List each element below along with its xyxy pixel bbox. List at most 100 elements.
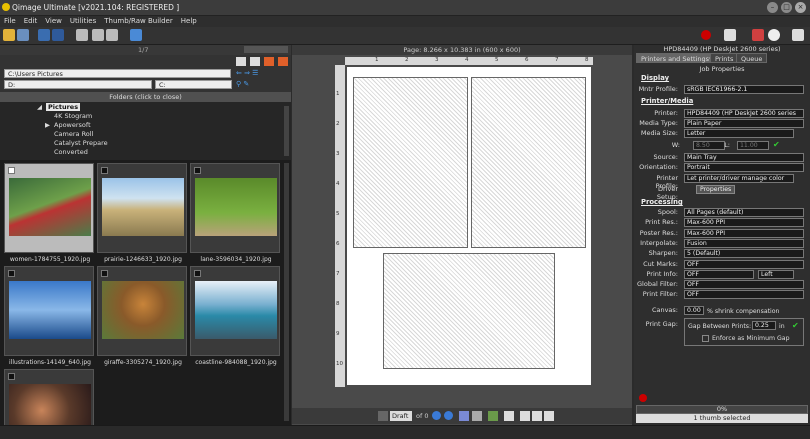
thumb-scrollbar[interactable] [284, 163, 289, 421]
printer-icon[interactable] [724, 29, 736, 41]
media-size-select[interactable]: Letter [684, 129, 794, 138]
folder-scrollbar[interactable] [284, 106, 289, 156]
thumb-checkbox[interactable] [101, 167, 108, 174]
check-icon[interactable]: ✔ [773, 140, 780, 149]
save-icon[interactable] [17, 29, 29, 41]
orientation-select[interactable]: Portrait [684, 163, 804, 172]
thumb-checkbox[interactable] [194, 167, 201, 174]
print-slot[interactable] [471, 77, 586, 248]
drive-field[interactable]: D: [4, 80, 152, 89]
tab-printers-settings[interactable]: Printers and Settings* [636, 53, 718, 63]
quality-select[interactable]: Draft [390, 411, 412, 421]
thumbnail[interactable]: prairie-1246633_1920.jpg [97, 163, 187, 263]
printer-profile-select[interactable]: Let printer/driver manage color [684, 174, 794, 183]
page-preview[interactable] [347, 67, 591, 385]
thumbnail[interactable]: giraffe-3305274_1920.jpg [97, 266, 187, 366]
collapse-icon[interactable]: ▶ [45, 121, 50, 129]
scan-icon[interactable] [52, 29, 64, 41]
thumb-checkbox[interactable] [8, 167, 15, 174]
thumbnail[interactable]: women-1784755_1920.jpg [4, 163, 94, 263]
processing-select[interactable]: Max-600 PPI [684, 228, 804, 238]
clock-icon[interactable] [768, 29, 780, 41]
print-slot[interactable] [383, 253, 555, 369]
folder-camera-roll[interactable]: Camera Roll [54, 130, 93, 138]
expand-icon[interactable]: ◢ [37, 103, 42, 111]
view-size-slider[interactable] [244, 46, 288, 53]
processing-select[interactable]: Max-600 PPI [684, 218, 804, 228]
tab-queue[interactable]: Queue [736, 53, 768, 63]
processing-select[interactable]: OFF [684, 269, 754, 279]
duplicate-icon[interactable] [504, 411, 514, 421]
check-icon[interactable]: ✔ [792, 321, 799, 330]
processing-select[interactable]: Fusion [684, 238, 804, 248]
enforce-checkbox[interactable] [702, 335, 709, 342]
binoculars-icon[interactable]: ⚲ ✎ [236, 80, 249, 88]
mntr-profile-select[interactable]: sRGB IEC61966-2.1 [684, 85, 804, 94]
processing-select[interactable]: OFF [684, 259, 804, 269]
drive-field-2[interactable]: C: [155, 80, 232, 89]
record-icon[interactable] [701, 30, 711, 40]
menu-edit[interactable]: Edit [20, 16, 42, 26]
menu-file[interactable]: File [0, 16, 20, 26]
length-field[interactable]: 11.00 [737, 141, 769, 150]
printer-select[interactable]: HPD84409 (HP DeskJet 2600 series [684, 109, 804, 118]
processing-select[interactable]: OFF [684, 290, 804, 300]
thumb-checkbox[interactable] [8, 373, 15, 380]
menu-utilities[interactable]: Utilities [66, 16, 100, 26]
fit-icon[interactable] [488, 411, 498, 421]
thumbnail[interactable]: lane-3596034_1920.jpg [190, 163, 280, 263]
zoom-icon[interactable] [378, 411, 388, 421]
filter-icon[interactable] [236, 57, 246, 66]
thumb-checkbox[interactable] [101, 270, 108, 277]
copy-icon[interactable] [520, 411, 530, 421]
gap-field[interactable]: 0.25 [752, 321, 776, 330]
rotate-right-icon[interactable] [92, 29, 104, 41]
folder-4k-stogram[interactable]: 4K Stogram [54, 112, 92, 120]
source-select[interactable]: Main Tray [684, 153, 804, 162]
prev-page-icon[interactable] [432, 411, 441, 420]
thumbnail[interactable]: illustrations-14149_640.jpg [4, 266, 94, 366]
page-icon[interactable] [532, 411, 542, 421]
layout-icon[interactable] [459, 411, 469, 421]
path-field[interactable]: C:\Users Pictures [4, 69, 231, 78]
print-info-position[interactable]: Left [758, 269, 794, 279]
media-type-select[interactable]: Plain Paper [684, 119, 804, 128]
sort-icon[interactable] [250, 57, 260, 66]
crop-icon[interactable] [472, 411, 482, 421]
remove-icon[interactable] [278, 57, 288, 66]
next-page-icon[interactable] [444, 411, 453, 420]
thumb-checkbox[interactable] [8, 270, 15, 277]
add-icon[interactable] [264, 57, 274, 66]
menu-view[interactable]: View [41, 16, 66, 26]
record-icon[interactable] [639, 394, 647, 402]
maximize-button[interactable]: □ [781, 2, 792, 13]
refresh-icon[interactable] [38, 29, 50, 41]
properties-button[interactable]: Properties [696, 185, 736, 194]
menu-help[interactable]: Help [177, 16, 201, 26]
tab-prints[interactable]: Prints [710, 53, 739, 63]
folder-converted[interactable]: Converted [54, 148, 88, 156]
menu-thumb-raw-builder[interactable]: Thumb/Raw Builder [100, 16, 176, 26]
processing-select[interactable]: 5 (Default) [684, 249, 804, 259]
minimize-button[interactable]: – [767, 2, 778, 13]
clear-icon[interactable] [544, 411, 554, 421]
folder-pictures[interactable]: Pictures [46, 103, 81, 111]
print-slot[interactable] [353, 77, 468, 248]
folder-apowersoft[interactable]: Apowersoft [54, 121, 91, 129]
canvas-field[interactable]: 0.00 [684, 306, 704, 315]
print-now-icon[interactable] [792, 29, 804, 41]
nav-arrows-icon[interactable]: ⇐ ⇒ ☰ [236, 69, 258, 77]
close-button[interactable]: × [795, 2, 806, 13]
folder-catalyst-prepare[interactable]: Catalyst Prepare [54, 139, 108, 147]
open-folder-icon[interactable] [3, 29, 15, 41]
thumbnail[interactable] [4, 369, 94, 429]
processing-select[interactable]: All Pages (default) [684, 208, 804, 217]
grid-view-icon[interactable] [130, 29, 142, 41]
flip-icon[interactable] [106, 29, 118, 41]
thumbnail[interactable]: coastline-984088_1920.jpg [190, 266, 280, 366]
folders-header[interactable]: Folders (click to close) [0, 92, 291, 102]
processing-select[interactable]: OFF [684, 280, 804, 290]
rotate-left-icon[interactable] [76, 29, 88, 41]
hand-icon[interactable] [752, 29, 764, 41]
thumb-checkbox[interactable] [194, 270, 201, 277]
